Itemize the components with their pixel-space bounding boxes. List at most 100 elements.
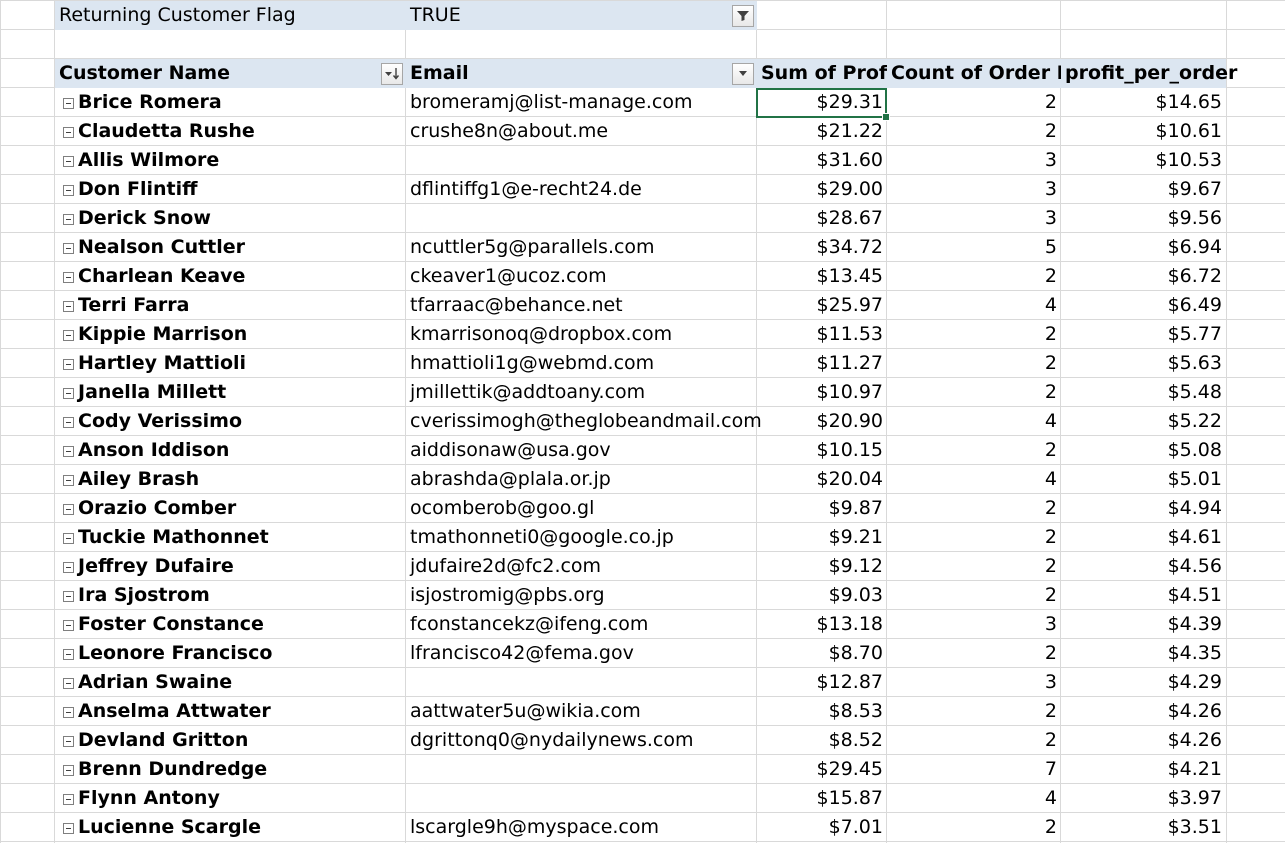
- collapse-minus-icon[interactable]: [63, 562, 74, 573]
- profit-per-order-cell[interactable]: $4.61: [1061, 523, 1226, 552]
- customer-name-cell[interactable]: Tuckie Mathonnet: [78, 523, 269, 552]
- sum-profit-cell[interactable]: $29.00: [757, 175, 887, 204]
- profit-per-order-cell[interactable]: $4.56: [1061, 552, 1226, 581]
- email-cell[interactable]: [406, 755, 757, 784]
- email-cell[interactable]: cverissimogh@theglobeandmail.com: [406, 407, 762, 436]
- sum-profit-cell[interactable]: $34.72: [757, 233, 887, 262]
- count-order-cell[interactable]: 2: [887, 88, 1061, 117]
- collapse-minus-icon[interactable]: [63, 98, 74, 109]
- collapse-minus-icon[interactable]: [63, 359, 74, 370]
- count-order-cell[interactable]: 7: [887, 755, 1061, 784]
- count-order-cell[interactable]: 2: [887, 813, 1061, 842]
- collapse-minus-icon[interactable]: [63, 185, 74, 196]
- customer-name-cell[interactable]: Ailey Brash: [78, 465, 199, 494]
- email-cell[interactable]: lfrancisco42@fema.gov: [406, 639, 757, 668]
- collapse-minus-icon[interactable]: [63, 765, 74, 776]
- count-order-cell[interactable]: 2: [887, 552, 1061, 581]
- profit-per-order-cell[interactable]: $4.39: [1061, 610, 1226, 639]
- customer-name-cell[interactable]: Flynn Antony: [78, 784, 220, 813]
- count-order-cell[interactable]: 2: [887, 349, 1061, 378]
- email-cell[interactable]: tmathonneti0@google.co.jp: [406, 523, 757, 552]
- customer-name-cell[interactable]: Cody Verissimo: [78, 407, 242, 436]
- profit-per-order-cell[interactable]: $5.48: [1061, 378, 1226, 407]
- sum-profit-cell[interactable]: $9.87: [757, 494, 887, 523]
- dropdown-arrow-icon[interactable]: [732, 63, 754, 85]
- sum-profit-cell[interactable]: $10.15: [757, 436, 887, 465]
- count-order-cell[interactable]: 2: [887, 262, 1061, 291]
- email-cell[interactable]: ocomberob@goo.gl: [406, 494, 757, 523]
- profit-per-order-cell[interactable]: $3.51: [1061, 813, 1226, 842]
- customer-name-cell[interactable]: Charlean Keave: [78, 262, 245, 291]
- profit-per-order-cell[interactable]: $5.01: [1061, 465, 1226, 494]
- collapse-minus-icon[interactable]: [63, 736, 74, 747]
- customer-name-cell[interactable]: Anson Iddison: [78, 436, 229, 465]
- sum-profit-cell[interactable]: $13.45: [757, 262, 887, 291]
- filter-funnel-icon[interactable]: [732, 5, 754, 27]
- profit-per-order-cell[interactable]: $5.08: [1061, 436, 1226, 465]
- customer-name-cell[interactable]: Claudetta Rushe: [78, 117, 255, 146]
- email-cell[interactable]: kmarrisonoq@dropbox.com: [406, 320, 757, 349]
- sum-profit-cell[interactable]: $20.04: [757, 465, 887, 494]
- email-cell[interactable]: fconstancekz@ifeng.com: [406, 610, 757, 639]
- customer-name-cell[interactable]: Terri Farra: [78, 291, 189, 320]
- collapse-minus-icon[interactable]: [63, 823, 74, 834]
- header-email[interactable]: Email: [406, 59, 757, 88]
- sum-profit-cell[interactable]: $8.53: [757, 697, 887, 726]
- sum-profit-cell[interactable]: $13.18: [757, 610, 887, 639]
- count-order-cell[interactable]: 3: [887, 204, 1061, 233]
- profit-per-order-cell[interactable]: $10.53: [1061, 146, 1226, 175]
- collapse-minus-icon[interactable]: [63, 591, 74, 602]
- profit-per-order-cell[interactable]: $5.22: [1061, 407, 1226, 436]
- collapse-minus-icon[interactable]: [63, 330, 74, 341]
- collapse-minus-icon[interactable]: [63, 156, 74, 167]
- count-order-cell[interactable]: 2: [887, 378, 1061, 407]
- customer-name-cell[interactable]: Ira Sjostrom: [78, 581, 210, 610]
- email-cell[interactable]: ncuttler5g@parallels.com: [406, 233, 757, 262]
- email-cell[interactable]: crushe8n@about.me: [406, 117, 757, 146]
- count-order-cell[interactable]: 3: [887, 175, 1061, 204]
- customer-name-cell[interactable]: Janella Millett: [78, 378, 226, 407]
- customer-name-cell[interactable]: Hartley Mattioli: [78, 349, 246, 378]
- profit-per-order-cell[interactable]: $4.21: [1061, 755, 1226, 784]
- profit-per-order-cell[interactable]: $6.49: [1061, 291, 1226, 320]
- sum-profit-cell[interactable]: $7.01: [757, 813, 887, 842]
- sum-profit-cell[interactable]: $12.87: [757, 668, 887, 697]
- collapse-minus-icon[interactable]: [63, 504, 74, 515]
- email-cell[interactable]: [406, 204, 757, 233]
- sum-profit-cell[interactable]: $25.97: [757, 291, 887, 320]
- email-cell[interactable]: dgrittonq0@nydailynews.com: [406, 726, 757, 755]
- email-cell[interactable]: aattwater5u@wikia.com: [406, 697, 757, 726]
- count-order-cell[interactable]: 2: [887, 436, 1061, 465]
- count-order-cell[interactable]: 2: [887, 494, 1061, 523]
- count-order-cell[interactable]: 2: [887, 697, 1061, 726]
- count-order-cell[interactable]: 2: [887, 117, 1061, 146]
- header-profit-per-order[interactable]: profit_per_order: [1061, 59, 1237, 88]
- customer-name-cell[interactable]: Brice Romera: [78, 88, 222, 117]
- sum-profit-cell[interactable]: $28.67: [757, 204, 887, 233]
- customer-name-cell[interactable]: Orazio Comber: [78, 494, 236, 523]
- header-count-order[interactable]: Count of Order ID: [887, 59, 1080, 88]
- collapse-minus-icon[interactable]: [63, 620, 74, 631]
- customer-name-cell[interactable]: Allis Wilmore: [78, 146, 219, 175]
- sum-profit-cell[interactable]: $9.21: [757, 523, 887, 552]
- email-cell[interactable]: dflintiffg1@e-recht24.de: [406, 175, 757, 204]
- collapse-minus-icon[interactable]: [63, 417, 74, 428]
- collapse-minus-icon[interactable]: [63, 678, 74, 689]
- count-order-cell[interactable]: 2: [887, 581, 1061, 610]
- sum-profit-cell[interactable]: $31.60: [757, 146, 887, 175]
- count-order-cell[interactable]: 5: [887, 233, 1061, 262]
- customer-name-cell[interactable]: Anselma Attwater: [78, 697, 271, 726]
- profit-per-order-cell[interactable]: $6.72: [1061, 262, 1226, 291]
- profit-per-order-cell[interactable]: $9.67: [1061, 175, 1226, 204]
- email-cell[interactable]: ckeaver1@ucoz.com: [406, 262, 757, 291]
- sum-profit-cell[interactable]: $9.12: [757, 552, 887, 581]
- header-customer-name[interactable]: Customer Name: [55, 59, 406, 88]
- count-order-cell[interactable]: 4: [887, 291, 1061, 320]
- collapse-minus-icon[interactable]: [63, 649, 74, 660]
- count-order-cell[interactable]: 2: [887, 726, 1061, 755]
- collapse-minus-icon[interactable]: [63, 272, 74, 283]
- customer-name-cell[interactable]: Nealson Cuttler: [78, 233, 245, 262]
- email-cell[interactable]: aiddisonaw@usa.gov: [406, 436, 757, 465]
- collapse-minus-icon[interactable]: [63, 243, 74, 254]
- customer-name-cell[interactable]: Don Flintiff: [78, 175, 197, 204]
